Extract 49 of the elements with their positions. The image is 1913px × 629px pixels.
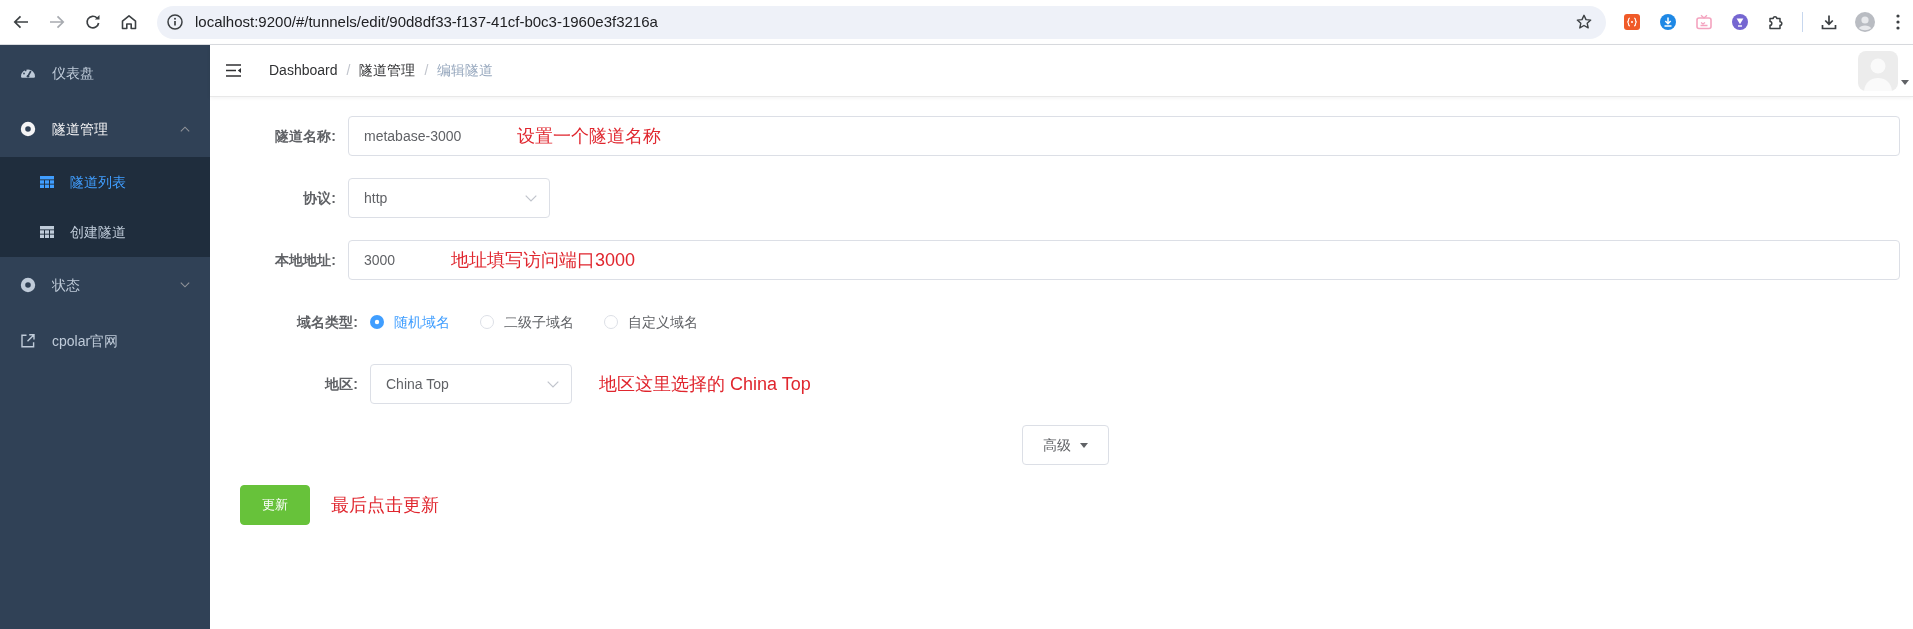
ring-icon (20, 121, 36, 137)
download-icon[interactable] (1821, 14, 1837, 30)
annotation-text: 地区这里选择的 China Top (599, 372, 811, 396)
puzzle-icon[interactable] (1768, 14, 1784, 30)
radio-option[interactable]: 自定义域名 (604, 311, 698, 333)
annotation-text: 设置一个隧道名称 (517, 124, 661, 148)
sidebar-subitem[interactable]: 创建隧道 (0, 207, 210, 257)
select-field[interactable]: http (348, 178, 550, 218)
download-circle-icon[interactable] (1660, 14, 1676, 30)
back-arrow-icon (13, 14, 29, 30)
more-vertical-icon[interactable] (1896, 14, 1900, 30)
annotation-text: 最后点击更新 (331, 493, 439, 517)
external-link-icon (20, 333, 36, 349)
field-label: 地区: (323, 374, 359, 394)
caret-down-icon (1079, 442, 1088, 448)
sidebar-item[interactable]: 隧道管理 (0, 101, 210, 157)
select-field[interactable]: China Top (370, 364, 572, 404)
sidebar-item[interactable]: 状态 (0, 257, 210, 313)
field-label: 本地地址: (274, 250, 337, 270)
breadcrumb-separator: / (346, 61, 351, 80)
chevron-down-icon (525, 194, 537, 202)
table-icon (40, 176, 54, 188)
star-icon[interactable] (1576, 14, 1592, 30)
caret-down-icon[interactable] (1901, 79, 1909, 85)
breadcrumb-current: 编辑隧道 (437, 61, 494, 80)
sidebar-item[interactable]: 仪表盘 (0, 45, 210, 101)
field-label: 域名类型: (295, 312, 359, 332)
annotation-text: 地址填写访问端口3000 (451, 248, 636, 272)
braces-icon[interactable] (1624, 14, 1640, 30)
url-text: localhost:9200/#/tunnels/edit/90d8df33-f137-41cf-b0c3-1960e3f3216a (195, 11, 658, 32)
sidebar-subitem[interactable]: 隧道列表 (0, 157, 210, 207)
home-icon (121, 14, 137, 30)
field-label: 协议: (302, 188, 337, 208)
table-icon (40, 226, 54, 238)
breadcrumb-link[interactable]: 隧道管理 (359, 60, 416, 81)
radio-option[interactable]: 二级子域名 (480, 311, 574, 333)
chevron-down-icon (547, 380, 559, 388)
breadcrumb-separator: / (424, 61, 429, 80)
ring-icon (20, 277, 36, 293)
forward-arrow-icon (49, 14, 65, 30)
sidebar-item[interactable]: cpolar官网 (0, 313, 210, 369)
breadcrumb-link[interactable]: Dashboard (269, 60, 338, 81)
address-bar[interactable]: localhost:9200/#/tunnels/edit/90d8df33-f137-41cf-b0c3-1960e3f3216a (157, 5, 1606, 39)
field-label: 隧道名称: (274, 126, 337, 146)
triangle-badge-icon[interactable] (1732, 14, 1748, 30)
info-icon[interactable] (167, 14, 183, 30)
advanced-button[interactable]: 高级 (1021, 425, 1109, 465)
menu-icon[interactable] (226, 64, 241, 77)
reload-icon (85, 14, 101, 30)
